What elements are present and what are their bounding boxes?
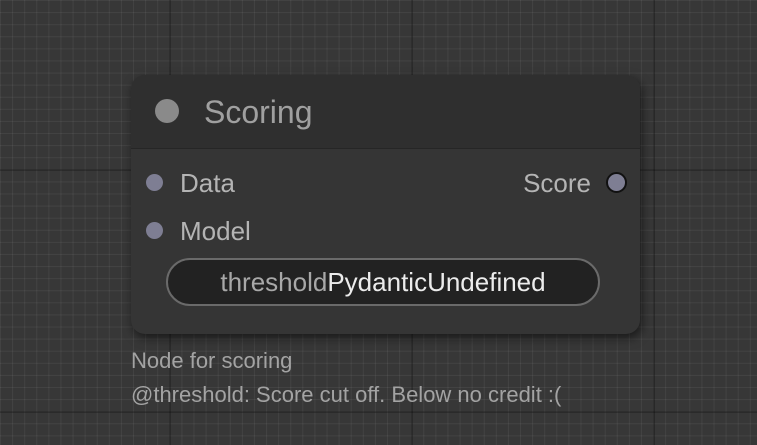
- scoring-node[interactable]: Scoring Data Score Model thresholdPydant…: [131, 75, 640, 334]
- threshold-widget[interactable]: thresholdPydanticUndefined: [166, 258, 600, 306]
- widget-value: PydanticUndefined: [327, 267, 546, 297]
- input-slot-data-dot[interactable]: [146, 174, 163, 191]
- output-slot-score-label: Score: [523, 168, 591, 198]
- node-title: Scoring: [204, 94, 313, 130]
- node-description-line-2: @threshold: Score cut off. Below no cred…: [131, 382, 562, 407]
- node-description-line-1: Node for scoring: [131, 348, 293, 373]
- widget-name-label: threshold: [220, 267, 328, 297]
- input-slot-model-dot[interactable]: [146, 222, 163, 239]
- input-slot-data-label: Data: [180, 168, 235, 198]
- output-slot-score-dot[interactable]: [606, 172, 627, 193]
- graph-canvas[interactable]: Scoring Data Score Model thresholdPydant…: [0, 0, 757, 445]
- collapse-toggle-icon[interactable]: [155, 99, 179, 123]
- input-slot-model-label: Model: [180, 216, 251, 246]
- node-title-bar[interactable]: Scoring: [131, 75, 640, 149]
